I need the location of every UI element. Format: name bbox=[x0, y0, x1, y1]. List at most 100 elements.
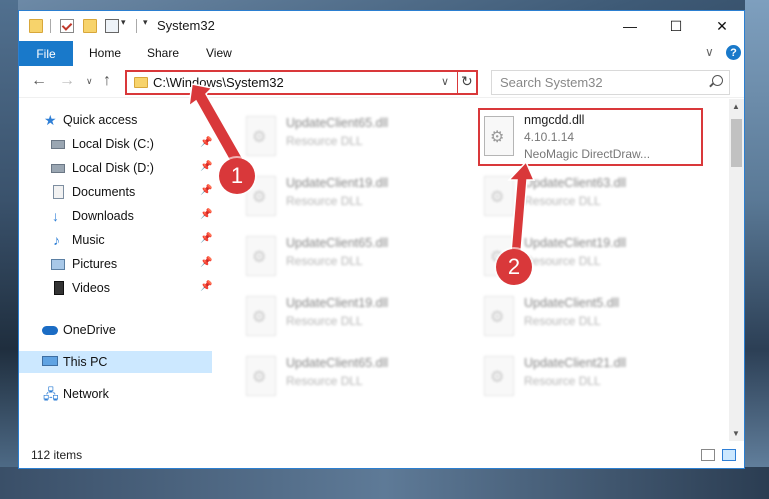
pin-icon[interactable]: 📌 bbox=[200, 161, 212, 172]
properties-check-icon[interactable] bbox=[60, 19, 74, 33]
music-icon: ♪ bbox=[53, 232, 60, 248]
scroll-down-icon[interactable]: ▼ bbox=[732, 429, 740, 438]
sidebar-item-downloads[interactable]: ↓ Downloads 📌 bbox=[19, 205, 212, 227]
search-icon[interactable] bbox=[712, 75, 723, 86]
dll-file-icon bbox=[246, 116, 276, 156]
refresh-icon[interactable]: ↻ bbox=[461, 73, 473, 90]
quick-access-view-icon[interactable] bbox=[105, 19, 119, 33]
item-count: 112 items bbox=[31, 448, 83, 462]
dll-file-icon bbox=[246, 236, 276, 276]
minimize-button[interactable]: — bbox=[607, 11, 653, 41]
help-icon[interactable]: ? bbox=[726, 45, 741, 60]
tab-view[interactable]: View bbox=[206, 46, 232, 60]
file-name: UpdateClient65.dll bbox=[286, 236, 389, 250]
sidebar-item-network[interactable]: 🖧 Network bbox=[19, 383, 212, 405]
ribbon-tabs: File Home Share View ∨ ? bbox=[19, 41, 744, 66]
scroll-up-icon[interactable]: ▲ bbox=[732, 102, 740, 111]
tab-home[interactable]: Home bbox=[89, 46, 121, 60]
videos-icon bbox=[54, 281, 64, 295]
file-list: UpdateClient65.dll Resource DLL nmgcdd.d… bbox=[214, 99, 729, 441]
sidebar-item-local-disk-d[interactable]: Local Disk (D:) 📌 bbox=[19, 157, 212, 179]
sidebar-item-quick-access[interactable]: ★ Quick access bbox=[19, 109, 212, 131]
sidebar-item-documents[interactable]: Documents 📌 bbox=[19, 181, 212, 203]
up-button[interactable]: ↑ bbox=[103, 72, 111, 90]
pin-icon[interactable]: 📌 bbox=[200, 137, 212, 148]
file-item[interactable]: UpdateClient65.dll Resource DLL bbox=[240, 111, 470, 167]
scrollbar-thumb[interactable] bbox=[731, 119, 742, 167]
navigation-bar: ← → ∨ ↑ C:\Windows\System32 ∨ ↻ Search S… bbox=[19, 66, 744, 98]
forward-button[interactable]: → bbox=[59, 72, 75, 90]
folder-icon[interactable] bbox=[29, 19, 43, 33]
details-view-icon[interactable] bbox=[701, 449, 715, 461]
pin-icon[interactable]: 📌 bbox=[200, 185, 212, 196]
star-icon: ★ bbox=[44, 112, 57, 128]
file-name: UpdateClient65.dll bbox=[286, 116, 389, 130]
address-separator bbox=[457, 72, 458, 93]
file-description: Resource DLL bbox=[286, 314, 363, 328]
file-description: Resource DLL bbox=[286, 194, 363, 208]
sidebar-item-videos[interactable]: Videos 📌 bbox=[19, 277, 212, 299]
cloud-icon bbox=[42, 326, 58, 335]
close-button[interactable]: ✕ bbox=[699, 11, 745, 41]
tab-file[interactable]: File bbox=[19, 41, 73, 66]
file-description: Resource DLL bbox=[286, 254, 363, 268]
dll-file-icon bbox=[484, 296, 514, 336]
search-input[interactable]: Search System32 bbox=[491, 70, 730, 95]
file-item[interactable]: UpdateClient19.dll Resource DLL bbox=[240, 291, 470, 347]
maximize-button[interactable]: ☐ bbox=[653, 11, 699, 41]
file-item[interactable]: UpdateClient5.dll Resource DLL bbox=[478, 291, 708, 347]
file-name: UpdateClient19.dll bbox=[286, 176, 389, 190]
file-description: Resource DLL bbox=[524, 374, 601, 388]
dll-file-icon bbox=[246, 296, 276, 336]
back-button[interactable]: ← bbox=[31, 72, 47, 90]
file-item[interactable]: UpdateClient63.dll Resource DLL bbox=[478, 171, 708, 227]
pin-icon[interactable]: 📌 bbox=[200, 281, 212, 292]
large-icons-view-icon[interactable] bbox=[722, 449, 736, 461]
expand-ribbon-icon[interactable]: ∨ bbox=[705, 45, 714, 59]
new-folder-icon[interactable] bbox=[83, 19, 97, 33]
file-item[interactable]: UpdateClient21.dll Resource DLL bbox=[478, 351, 708, 407]
file-description: Resource DLL bbox=[524, 314, 601, 328]
file-description: Resource DLL bbox=[524, 194, 601, 208]
navigation-pane: ★ Quick access Local Disk (C:) 📌 Local D… bbox=[19, 99, 214, 441]
sidebar-item-onedrive[interactable]: OneDrive bbox=[19, 319, 212, 341]
sidebar-item-label: Videos bbox=[72, 281, 110, 295]
sidebar-item-label: OneDrive bbox=[63, 323, 116, 337]
dll-file-icon bbox=[246, 356, 276, 396]
customize-toolbar-icon[interactable]: ▾ bbox=[143, 17, 148, 28]
file-name: UpdateClient19.dll bbox=[524, 236, 627, 250]
sidebar-item-label: Network bbox=[63, 387, 109, 401]
recent-locations-button[interactable]: ∨ bbox=[86, 76, 93, 87]
sidebar-item-music[interactable]: ♪ Music 📌 bbox=[19, 229, 212, 251]
chevron-down-icon[interactable]: ▾ bbox=[121, 17, 126, 28]
documents-icon bbox=[53, 185, 64, 199]
pin-icon[interactable]: 📌 bbox=[200, 233, 212, 244]
dll-file-icon bbox=[484, 176, 514, 216]
sidebar-item-label: Pictures bbox=[72, 257, 118, 271]
file-explorer-window: ▾ ▾ System32 — ☐ ✕ File Home Share View … bbox=[18, 10, 745, 469]
file-item[interactable]: UpdateClient65.dll Resource DLL bbox=[240, 351, 470, 407]
pin-icon[interactable]: 📌 bbox=[200, 257, 212, 268]
sidebar-item-local-disk-c[interactable]: Local Disk (C:) 📌 bbox=[19, 133, 212, 155]
file-name: UpdateClient21.dll bbox=[524, 356, 627, 370]
sidebar-item-pictures[interactable]: Pictures 📌 bbox=[19, 253, 212, 275]
sidebar-item-label: Documents bbox=[72, 185, 136, 199]
step-badge-1: 1 bbox=[219, 158, 255, 194]
sidebar-item-this-pc[interactable]: This PC bbox=[19, 351, 212, 373]
address-path[interactable]: C:\Windows\System32 bbox=[153, 75, 284, 90]
address-bar[interactable]: C:\Windows\System32 ∨ ↻ bbox=[125, 70, 478, 95]
chevron-down-icon[interactable]: ∨ bbox=[441, 75, 449, 88]
downloads-icon: ↓ bbox=[52, 208, 59, 224]
title-bar: ▾ ▾ System32 — ☐ ✕ bbox=[19, 11, 744, 41]
pin-icon[interactable]: 📌 bbox=[200, 209, 212, 220]
network-icon: 🖧 bbox=[43, 386, 59, 402]
file-item[interactable]: UpdateClient19.dll Resource DLL bbox=[240, 171, 470, 227]
sidebar-item-label: This PC bbox=[63, 355, 108, 369]
vertical-scrollbar[interactable]: ▲ ▼ bbox=[729, 99, 744, 441]
file-name: UpdateClient63.dll bbox=[524, 176, 627, 190]
toolbar-separator bbox=[50, 19, 51, 33]
sidebar-item-label: Downloads bbox=[72, 209, 134, 223]
file-item[interactable]: UpdateClient65.dll Resource DLL bbox=[240, 231, 470, 287]
dll-file-icon bbox=[484, 356, 514, 396]
tab-share[interactable]: Share bbox=[147, 46, 179, 60]
